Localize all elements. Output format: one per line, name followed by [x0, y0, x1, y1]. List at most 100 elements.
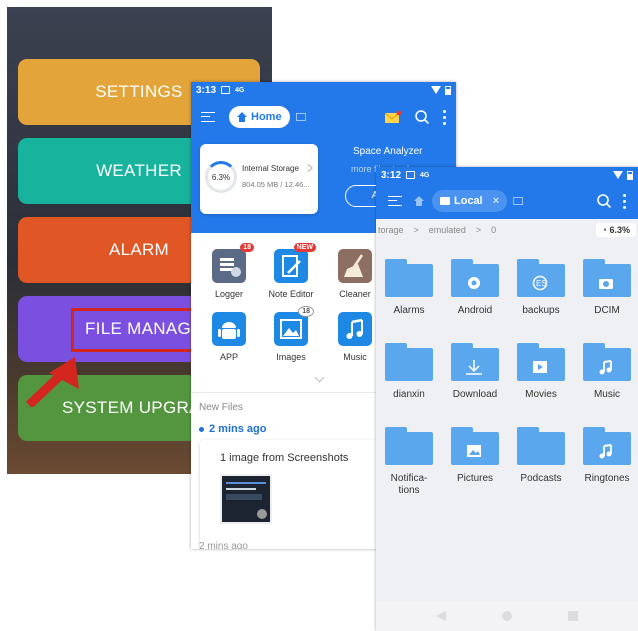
recent-file-card[interactable]: 1 image from Screenshots — [200, 440, 385, 549]
app-note-editor[interactable]: NEW Note Editor — [257, 243, 325, 299]
breadcrumb-emulated[interactable]: emulated — [429, 225, 466, 235]
folder-alarms[interactable]: Alarms — [377, 259, 441, 316]
space-analyzer-title: Space Analyzer — [353, 146, 423, 157]
storage-size: 804.05 MB / 12.46... — [242, 180, 310, 189]
home-nav-icon[interactable] — [502, 611, 512, 621]
status-time: 3:12 — [381, 169, 402, 181]
storage-usage-badge[interactable]: ◔ 6.3% — [595, 223, 636, 237]
folder-dianxin[interactable]: dianxin — [377, 343, 441, 400]
next-time-label: 2 mins ago — [199, 541, 248, 549]
folder-icon — [385, 427, 433, 465]
logger-icon: 18 — [212, 243, 254, 283]
folder-pictures[interactable]: Pictures — [443, 427, 507, 484]
app-logger-label: Logger — [214, 289, 244, 299]
more-options-icon[interactable] — [443, 109, 446, 125]
folder-dcim[interactable]: DCIM — [575, 259, 638, 316]
logger-badge: 18 — [240, 243, 254, 252]
folder-music[interactable]: Music — [575, 343, 638, 400]
camera-folder-icon — [583, 259, 631, 297]
folder-label: backups — [522, 305, 560, 316]
svg-text:ES: ES — [536, 279, 547, 288]
note-editor-icon: NEW — [274, 243, 316, 283]
android-icon — [212, 312, 246, 346]
folder-label: Pictures — [456, 473, 494, 484]
windows-icon[interactable] — [513, 197, 524, 205]
folder-label: Android — [457, 305, 493, 316]
breadcrumb: torage > emulated > 0 ◔ 6.3% — [376, 219, 638, 241]
recent-time: 2 mins ago — [209, 423, 267, 435]
new-files-heading: New Files — [199, 402, 243, 413]
menu-icon[interactable] — [388, 196, 402, 206]
broom-icon — [338, 249, 372, 283]
local-header: 3:12 4G Local × — [376, 167, 638, 219]
more-options-icon[interactable] — [623, 193, 626, 209]
status-bar: 3:13 4G — [191, 82, 456, 98]
storage-name: Internal Storage — [242, 164, 299, 173]
close-tab-icon[interactable]: × — [493, 195, 499, 207]
breadcrumb-separator-icon: > — [475, 225, 482, 235]
backup-folder-icon: ES — [517, 259, 565, 297]
folder-label: Movies — [525, 389, 557, 400]
pointer-arrow-icon — [25, 357, 79, 407]
music-folder-icon — [583, 427, 631, 465]
search-icon[interactable] — [415, 110, 429, 124]
home-toolbar: Home — [191, 98, 456, 136]
folder-label: Download — [452, 389, 498, 400]
folder-movies[interactable]: Movies — [509, 343, 573, 400]
wifi-icon — [613, 171, 623, 179]
home-icon[interactable] — [414, 196, 424, 206]
windows-icon[interactable] — [295, 113, 306, 121]
signal-label: 4G — [235, 86, 245, 94]
folder-label: Notifica-tions — [390, 473, 428, 496]
breadcrumb-storage[interactable]: torage — [378, 225, 404, 235]
recent-file-text: 1 image from Screenshots — [220, 452, 349, 464]
breadcrumb-zero[interactable]: 0 — [491, 225, 496, 235]
timeline-dot-icon — [199, 426, 204, 432]
app-app-label: APP — [219, 352, 238, 362]
recent-time-row: 2 mins ago — [199, 423, 266, 435]
folder-backups[interactable]: ES backups — [509, 259, 573, 316]
status-bar: 3:12 4G — [376, 167, 638, 183]
battery-icon — [445, 85, 451, 95]
note-editor-badge: NEW — [293, 243, 316, 252]
app-images-label: Images — [276, 352, 306, 362]
phone-storage-icon — [440, 197, 450, 205]
folder-android[interactable]: Android — [443, 259, 507, 316]
folder-label: DCIM — [594, 305, 620, 316]
storage-usage-ring: 6.3% — [205, 161, 237, 193]
folder-ringtones[interactable]: Ringtones — [575, 427, 638, 484]
tab-local[interactable]: Local × — [432, 190, 508, 212]
recents-icon[interactable] — [568, 611, 578, 621]
tab-home-label: Home — [251, 111, 282, 123]
tab-home[interactable]: Home — [229, 106, 290, 128]
images-badge: 18 — [298, 306, 314, 317]
settings-folder-icon — [451, 259, 499, 297]
folder-icon — [385, 343, 433, 381]
expand-chevron-icon[interactable] — [314, 372, 325, 383]
back-icon[interactable] — [436, 611, 446, 621]
folder-label: dianxin — [393, 389, 425, 400]
app-note-editor-label: Note Editor — [268, 289, 314, 299]
notification-icon — [406, 171, 416, 179]
storage-usage-value: 6.3% — [609, 225, 630, 235]
search-icon[interactable] — [597, 194, 611, 208]
notification-icon — [221, 86, 231, 94]
tab-local-label: Local — [454, 195, 483, 207]
folder-label: Music — [593, 389, 621, 400]
signal-label: 4G — [420, 171, 430, 179]
folder-label: Podcasts — [520, 473, 562, 484]
picture-folder-icon — [451, 427, 499, 465]
folder-notifications[interactable]: Notifica-tions — [377, 427, 441, 497]
folder-podcasts[interactable]: Podcasts — [509, 427, 573, 484]
menu-icon[interactable] — [201, 112, 215, 122]
local-toolbar: Local × — [376, 183, 638, 219]
app-app[interactable]: APP — [195, 312, 263, 362]
folder-download[interactable]: Download — [443, 343, 507, 400]
app-logger[interactable]: 18 Logger — [195, 243, 263, 299]
internal-storage-card[interactable]: 6.3% Internal Storage 804.05 MB / 12.46.… — [200, 144, 318, 214]
app-cleaner-label: Cleaner — [339, 289, 371, 299]
mail-icon[interactable] — [385, 110, 401, 124]
app-images[interactable]: 18 Images — [257, 306, 325, 362]
screenshot-thumbnail[interactable] — [220, 474, 272, 524]
chevron-right-icon — [307, 164, 313, 172]
